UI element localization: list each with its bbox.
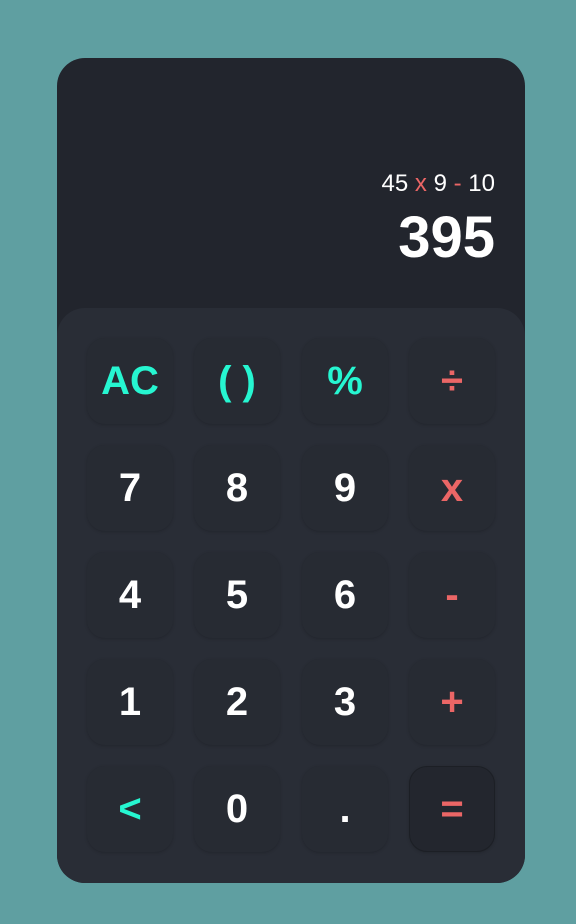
digit-1-button[interactable]: 1	[87, 659, 173, 745]
expression-operand: 10	[468, 170, 495, 197]
digit-2-button[interactable]: 2	[194, 659, 280, 745]
keypad: AC ( ) % ÷ 7 8 9 x 4 5 6 - 1 2 3 + < 0 .…	[57, 308, 525, 883]
minus-button[interactable]: -	[409, 552, 495, 638]
digit-6-button[interactable]: 6	[302, 552, 388, 638]
calculator: 45 x 9 - 10 395 AC ( ) % ÷ 7 8 9 x 4 5 6…	[57, 58, 525, 883]
expression: 45 x 9 - 10	[382, 170, 495, 198]
divide-button[interactable]: ÷	[409, 338, 495, 424]
expression-operator: -	[453, 170, 462, 197]
decimal-button[interactable]: .	[302, 766, 388, 852]
plus-button[interactable]: +	[409, 659, 495, 745]
digit-9-button[interactable]: 9	[302, 445, 388, 531]
multiply-button[interactable]: x	[409, 445, 495, 531]
clear-button[interactable]: AC	[87, 338, 173, 424]
equals-button[interactable]: =	[409, 766, 495, 852]
percent-button[interactable]: %	[302, 338, 388, 424]
display: 45 x 9 - 10 395	[57, 58, 525, 328]
backspace-button[interactable]: <	[87, 766, 173, 852]
parentheses-button[interactable]: ( )	[194, 338, 280, 424]
digit-8-button[interactable]: 8	[194, 445, 280, 531]
digit-3-button[interactable]: 3	[302, 659, 388, 745]
result: 395	[398, 205, 495, 270]
digit-0-button[interactable]: 0	[194, 766, 280, 852]
expression-operator: x	[414, 170, 427, 197]
expression-operand: 45	[381, 170, 409, 197]
digit-4-button[interactable]: 4	[87, 552, 173, 638]
digit-5-button[interactable]: 5	[194, 552, 280, 638]
expression-operand: 9	[433, 170, 447, 197]
digit-7-button[interactable]: 7	[87, 445, 173, 531]
